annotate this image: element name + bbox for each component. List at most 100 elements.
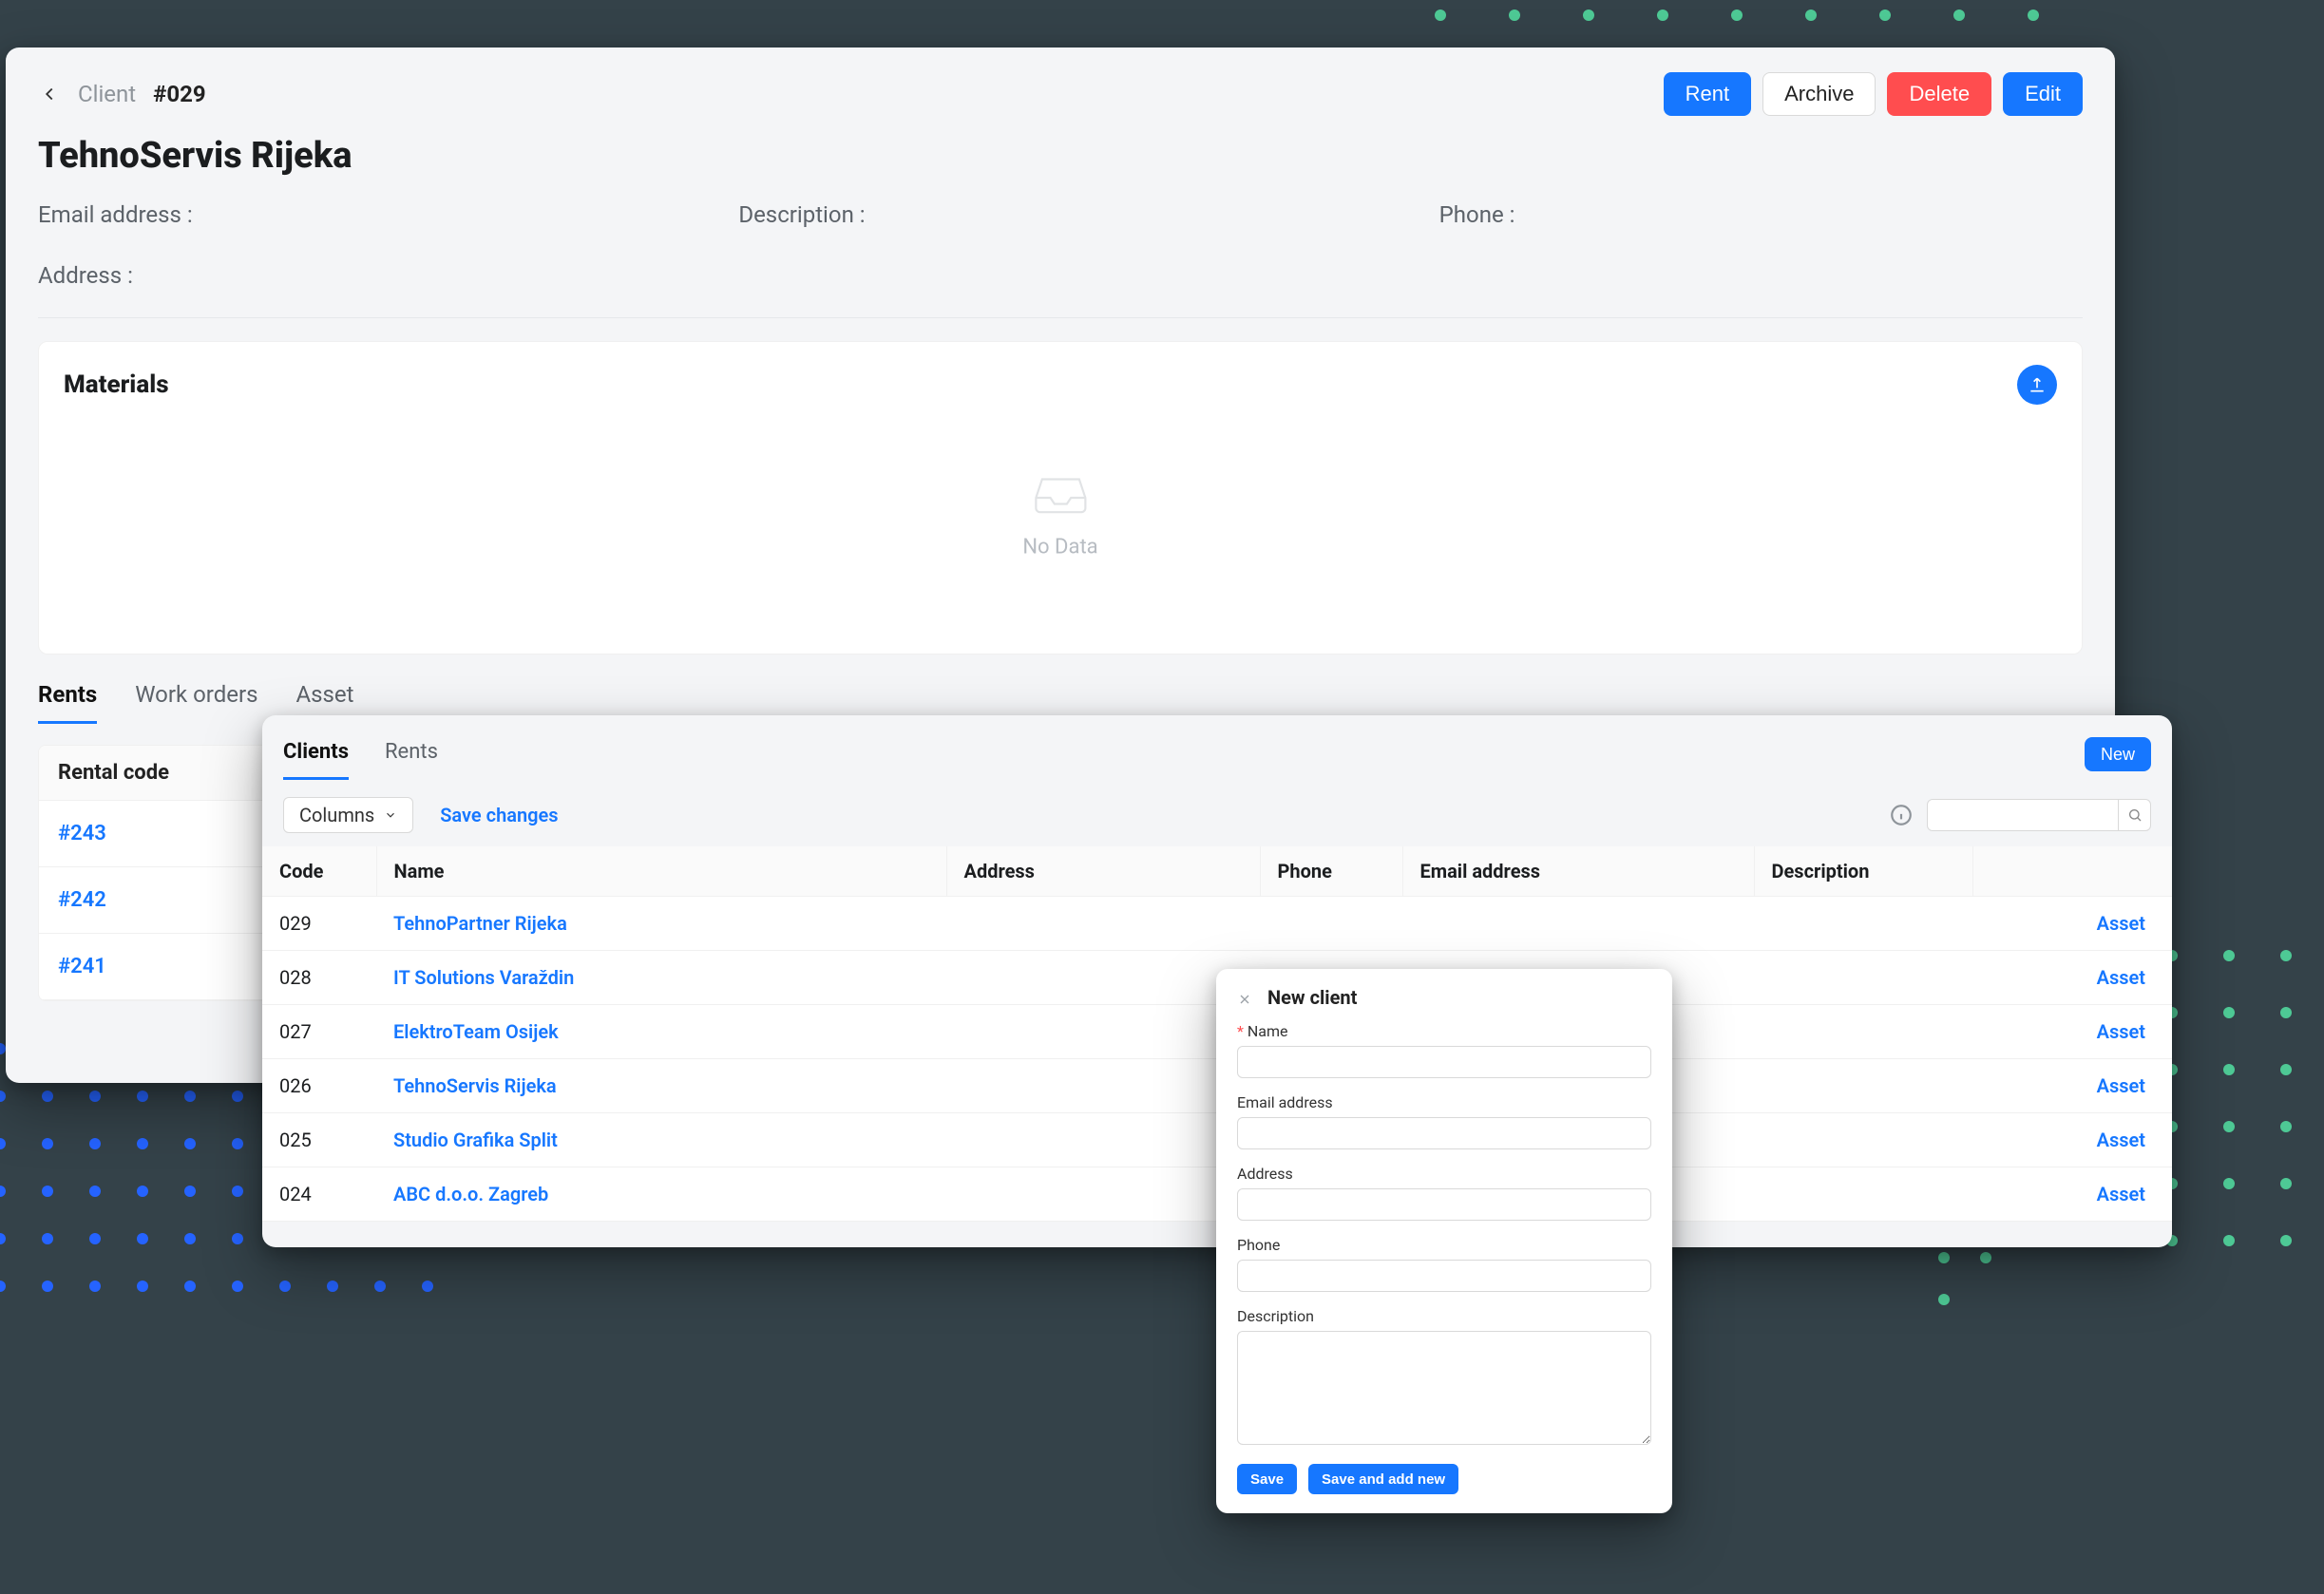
client-name-link[interactable]: ElektroTeam Osijek (393, 1020, 559, 1043)
description-cell (1754, 1059, 1972, 1113)
input-phone[interactable] (1237, 1260, 1651, 1292)
rental-code-link[interactable]: #241 (58, 955, 106, 978)
field-description-label: Description : (738, 201, 1381, 228)
close-icon[interactable] (1237, 989, 1254, 1006)
new-client-modal: New client *Name Email address Address P… (1216, 969, 1672, 1513)
edit-button[interactable]: Edit (2003, 72, 2083, 116)
back-icon[interactable] (38, 83, 61, 105)
col-rental-code: Rental code (39, 746, 248, 801)
columns-button[interactable]: Columns (283, 797, 413, 833)
label-email: Email address (1237, 1093, 1333, 1111)
asset-cell: Asset (1972, 897, 2172, 951)
inbox-icon (1027, 467, 1094, 517)
input-address[interactable] (1237, 1188, 1651, 1221)
label-address: Address (1237, 1165, 1293, 1183)
rental-code-cell: #241 (39, 934, 248, 1000)
save-button[interactable]: Save (1237, 1464, 1297, 1494)
client-name-link[interactable]: ABC d.o.o. Zagreb (393, 1183, 548, 1205)
asset-link[interactable]: Asset (2097, 966, 2145, 989)
rental-code-link[interactable]: #243 (58, 822, 106, 845)
archive-button[interactable]: Archive (1762, 72, 1876, 116)
description-cell (1754, 1113, 1972, 1167)
description-cell (1754, 951, 1972, 1005)
email-cell (1402, 897, 1754, 951)
info-icon[interactable] (1889, 803, 1914, 827)
delete-button[interactable]: Delete (1887, 72, 1991, 116)
required-marker: * (1237, 1022, 1244, 1040)
description-cell (1754, 897, 1972, 951)
client-name-link[interactable]: Studio Grafika Split (393, 1129, 558, 1151)
materials-panel: Materials No Data (38, 341, 2083, 655)
asset-cell: Asset (1972, 1167, 2172, 1222)
save-changes-link[interactable]: Save changes (440, 804, 558, 826)
asset-cell: Asset (1972, 1113, 2172, 1167)
code-cell: 025 (262, 1113, 376, 1167)
list-tab-clients[interactable]: Clients (283, 729, 349, 780)
upload-button[interactable] (2017, 365, 2057, 405)
input-name[interactable] (1237, 1046, 1651, 1078)
client-name-link[interactable]: IT Solutions Varaždin (393, 966, 574, 989)
address-cell (946, 897, 1260, 951)
name-cell: Studio Grafika Split (376, 1113, 946, 1167)
name-cell: ABC d.o.o. Zagreb (376, 1167, 946, 1222)
breadcrumb-client-id: #029 (153, 81, 206, 107)
code-cell: 027 (262, 1005, 376, 1059)
label-name: Name (1248, 1022, 1288, 1040)
rental-code-link[interactable]: #242 (58, 888, 106, 912)
asset-cell: Asset (1972, 1005, 2172, 1059)
col-phone: Phone (1260, 846, 1402, 897)
code-cell: 029 (262, 897, 376, 951)
search-icon (2127, 807, 2143, 823)
client-name-link[interactable]: TehnoServis Rijeka (393, 1074, 557, 1097)
field-address-label: Address : (38, 262, 2083, 289)
save-and-new-button[interactable]: Save and add new (1308, 1464, 1458, 1494)
asset-cell: Asset (1972, 951, 2172, 1005)
address-cell (946, 1005, 1260, 1059)
breadcrumb-label: Client (78, 81, 136, 107)
col-email: Email address (1402, 846, 1754, 897)
col-description: Description (1754, 846, 1972, 897)
asset-link[interactable]: Asset (2097, 1020, 2145, 1043)
description-cell (1754, 1005, 1972, 1059)
rental-code-cell: #242 (39, 867, 248, 934)
client-name-link[interactable]: TehnoPartner Rijeka (393, 912, 567, 935)
asset-link[interactable]: Asset (2097, 1183, 2145, 1205)
table-row: 029 TehnoPartner Rijeka Asset (262, 897, 2172, 951)
asset-link[interactable]: Asset (2097, 912, 2145, 935)
rental-code-cell: #243 (39, 801, 248, 867)
code-cell: 028 (262, 951, 376, 1005)
col-address: Address (946, 846, 1260, 897)
tab-rents[interactable]: Rents (38, 681, 97, 724)
list-tab-rents[interactable]: Rents (385, 729, 438, 780)
description-cell (1754, 1167, 1972, 1222)
tab-work-orders[interactable]: Work orders (135, 681, 257, 724)
address-cell (946, 951, 1260, 1005)
asset-link[interactable]: Asset (2097, 1129, 2145, 1151)
search-input[interactable] (1928, 800, 2118, 830)
upload-icon (2028, 375, 2047, 394)
col-name: Name (376, 846, 946, 897)
field-phone-label: Phone : (1439, 201, 2083, 228)
rent-button[interactable]: Rent (1664, 72, 1751, 116)
asset-link[interactable]: Asset (2097, 1074, 2145, 1097)
label-phone: Phone (1237, 1236, 1280, 1254)
address-cell (946, 1059, 1260, 1113)
address-cell (946, 1167, 1260, 1222)
name-cell: ElektroTeam Osijek (376, 1005, 946, 1059)
search-button[interactable] (2118, 800, 2150, 830)
name-cell: TehnoServis Rijeka (376, 1059, 946, 1113)
phone-cell (1260, 897, 1402, 951)
col-actions (1972, 846, 2172, 897)
asset-cell: Asset (1972, 1059, 2172, 1113)
col-code: Code (262, 846, 376, 897)
materials-title: Materials (64, 370, 169, 399)
new-client-button[interactable]: New (2085, 737, 2151, 771)
label-description: Description (1237, 1307, 1314, 1325)
input-description[interactable] (1237, 1331, 1651, 1445)
client-title: TehnoServis Rijeka (38, 135, 2083, 177)
columns-button-label: Columns (299, 804, 374, 826)
search-box (1927, 799, 2151, 831)
code-cell: 024 (262, 1167, 376, 1222)
name-cell: TehnoPartner Rijeka (376, 897, 946, 951)
input-email[interactable] (1237, 1117, 1651, 1149)
